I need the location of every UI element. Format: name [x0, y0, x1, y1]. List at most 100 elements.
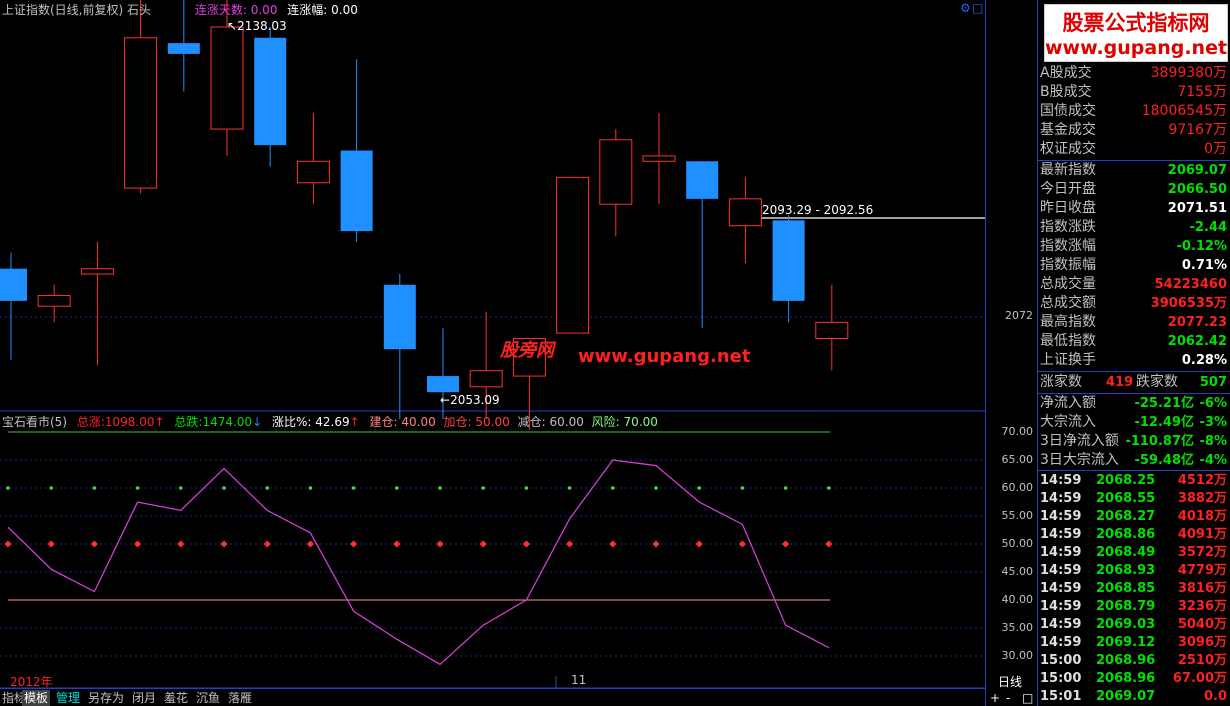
- indicator-y-tick: 60.00: [1001, 481, 1034, 494]
- reduce-dot: [222, 486, 226, 490]
- reduce-dot: [740, 486, 745, 490]
- add: 加仓: 50.00: [443, 415, 510, 429]
- tick-row: 14:59 2068.93 4779万: [1038, 562, 1230, 580]
- tab-xiuhua[interactable]: 羞花: [162, 690, 190, 706]
- flow-label: 3日净流入额: [1040, 433, 1119, 449]
- ratio: 涨比%: 42.69↑: [271, 415, 360, 429]
- tick-time: 14:59: [1040, 527, 1082, 542]
- tick-row: 14:59 2068.49 3572万: [1038, 544, 1230, 562]
- tick-time: 14:59: [1040, 635, 1082, 650]
- indicator-y-tick: 35.00: [1001, 621, 1034, 634]
- candle-body-down: [167, 43, 200, 54]
- indicator-y-tick: 40.00: [1001, 593, 1034, 606]
- index-label: 最低指数: [1040, 333, 1096, 349]
- index-label: 今日开盘: [1040, 181, 1096, 197]
- tick-volume: 4091万: [1177, 527, 1227, 542]
- tick-row: 14:59 2068.85 3816万: [1038, 580, 1230, 598]
- reduce-dot: [135, 486, 140, 490]
- add-dot: [522, 540, 530, 548]
- period-label[interactable]: 日线: [998, 673, 1022, 690]
- add-dot: [90, 540, 98, 548]
- add-dot: [782, 540, 790, 548]
- tick-price: 2068.96: [1096, 671, 1156, 686]
- indicator-y-tick: 30.00: [1001, 649, 1034, 662]
- tick-time: 14:59: [1040, 491, 1082, 506]
- index-row: 上证换手 0.28%: [1038, 351, 1230, 370]
- tick-time: 14:59: [1040, 599, 1082, 614]
- index-value: 0.71%: [1181, 258, 1227, 273]
- tick-time: 14:59: [1040, 545, 1082, 560]
- logo-url: www.gupang.net: [1045, 37, 1228, 59]
- settings-icon[interactable]: ⚙: [960, 1, 971, 15]
- candle-body-down: [772, 220, 805, 301]
- candle-body-up: [37, 295, 71, 307]
- candle-body-up: [728, 198, 762, 227]
- reduce-dot: [49, 486, 53, 490]
- tick-row: 14:59 2068.86 4091万: [1038, 526, 1230, 544]
- tab-manage[interactable]: 管理: [54, 690, 82, 706]
- expand-button[interactable]: □: [1022, 691, 1033, 705]
- up-days-label: 连涨天数:: [194, 3, 247, 17]
- index-value: 54223460: [1154, 277, 1227, 292]
- tick-time: 14:59: [1040, 617, 1082, 632]
- index-row: 昨日收盘 2071.51: [1038, 199, 1230, 218]
- tab-template[interactable]: 模板: [22, 690, 51, 706]
- tab-biyue[interactable]: 闭月: [130, 690, 158, 706]
- index-label: 昨日收盘: [1040, 200, 1096, 216]
- tick-row: 14:59 2069.03 5040万: [1038, 616, 1230, 634]
- volume-row: 权证成交 0万: [1038, 140, 1230, 159]
- total-down: 总跌:1474.00↓: [174, 415, 263, 429]
- kline-chart[interactable]: [0, 0, 985, 690]
- tab-chenyu[interactable]: 沉鱼: [194, 690, 222, 706]
- tick-volume: 0.0: [1203, 689, 1227, 704]
- index-value: -0.12%: [1176, 239, 1228, 254]
- pattern-label: 石头: [127, 3, 152, 17]
- volume-label: 基金成交: [1040, 122, 1096, 138]
- index-label: 指数涨幅: [1040, 238, 1096, 254]
- candle-body-up: [80, 268, 114, 275]
- up-count-value: 419: [1106, 375, 1134, 390]
- index-label: 上证换手: [1040, 352, 1096, 368]
- index-label: 指数振幅: [1040, 257, 1096, 273]
- volume-value: 0万: [1204, 141, 1227, 157]
- flow-value: -12.49亿: [1134, 415, 1194, 430]
- tick-volume: 67.00万: [1172, 671, 1227, 686]
- month-label: 11: [571, 673, 587, 687]
- tick-price: 2068.79: [1096, 599, 1156, 614]
- add-dot: [479, 540, 487, 548]
- indicator-header: 宝石看市(5) 总涨:1098.00↑ 总跌:1474.00↓ 涨比%: 42.…: [2, 413, 658, 430]
- tick-price: 2068.55: [1096, 491, 1156, 506]
- zoom-in-button[interactable]: +: [990, 691, 1000, 705]
- flow-label: 净流入额: [1040, 395, 1096, 411]
- add-dot: [263, 540, 271, 548]
- index-label: 最新指数: [1040, 162, 1096, 178]
- reduce-dot: [395, 486, 399, 490]
- volume-row: A股成交 3899380万: [1038, 64, 1230, 83]
- window-icon[interactable]: □: [972, 1, 983, 15]
- tick-volume: 3096万: [1177, 635, 1227, 650]
- index-row: 最高指数 2077.23: [1038, 313, 1230, 332]
- add-dot: [220, 540, 228, 548]
- bottom-toolbar: 指标 模板 管理 另存为 闭月 羞花 沉鱼 落雁: [0, 688, 985, 706]
- index-value: 2066.50: [1167, 182, 1227, 197]
- risk: 风险: 70.00: [591, 415, 658, 429]
- index-row: 指数涨幅 -0.12%: [1038, 237, 1230, 256]
- tab-save-as[interactable]: 另存为: [86, 690, 126, 706]
- index-value: 2071.51: [1167, 201, 1227, 216]
- tick-volume: 3816万: [1177, 581, 1227, 596]
- volume-label: 国债成交: [1040, 103, 1096, 119]
- volume-value: 3899380万: [1150, 65, 1227, 81]
- volume-row: 国债成交 18006545万: [1038, 102, 1230, 121]
- chart-area[interactable]: 上证指数(日线,前复权) 石头 连涨天数: 0.00 连涨幅: 0.00 ⚙ □…: [0, 0, 985, 690]
- add-dot: [47, 540, 55, 548]
- tab-luoyan[interactable]: 落雁: [226, 690, 254, 706]
- reduce-dot: [179, 486, 183, 490]
- indicator-y-tick: 70.00: [1001, 425, 1034, 438]
- zoom-out-button[interactable]: -: [1006, 691, 1010, 705]
- logo-title: 股票公式指标网: [1062, 11, 1210, 35]
- tick-price: 2069.12: [1096, 635, 1156, 650]
- flow-pct: -3%: [1199, 415, 1227, 430]
- chart-title: 上证指数(日线,前复权): [2, 3, 124, 17]
- index-row: 最新指数 2069.07: [1038, 161, 1230, 180]
- quote-panel: A股成交 3899380万 B股成交 7155万 国债成交 18006545万 基金成交 97…: [1037, 0, 1230, 706]
